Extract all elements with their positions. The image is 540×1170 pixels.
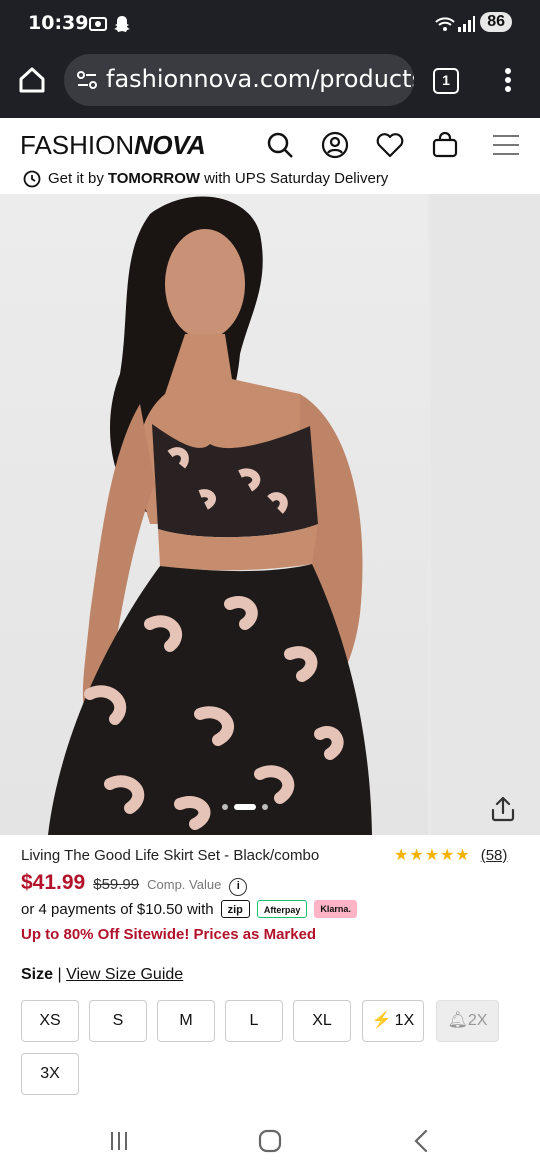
size-label: Size	[21, 966, 54, 983]
back-icon[interactable]	[407, 1126, 437, 1156]
pagination-dot[interactable]	[222, 804, 228, 810]
size-option-3x[interactable]: 3X	[21, 1053, 79, 1095]
product-rating[interactable]: ★★★★★ (58)	[394, 845, 507, 865]
product-title: Living The Good Life Skirt Set - Black/c…	[21, 847, 320, 864]
search-icon[interactable]	[265, 130, 295, 160]
share-icon[interactable]	[488, 794, 518, 824]
system-navigation-bar	[0, 1112, 540, 1170]
size-header: Size | View Size Guide	[21, 966, 183, 984]
recent-apps-icon[interactable]	[104, 1126, 134, 1156]
address-bar[interactable]: fashionnova.com/products/l	[64, 54, 414, 106]
browser-toolbar: fashionnova.com/products/l 1	[0, 48, 540, 118]
size-guide-link[interactable]: View Size Guide	[66, 966, 183, 983]
comp-value-label: Comp. Value	[147, 877, 222, 892]
snapchat-icon	[114, 16, 130, 32]
size-option-l[interactable]: L	[225, 1000, 283, 1042]
sale-price: $41.99	[21, 871, 86, 894]
battery-indicator: 86	[480, 12, 512, 32]
size-separator: |	[57, 966, 62, 983]
pagination-dot[interactable]	[262, 804, 268, 810]
klarna-badge[interactable]: Klarna.	[314, 900, 357, 918]
model-illustration	[48, 196, 372, 835]
pagination-dot-active[interactable]	[234, 804, 256, 810]
site-settings-icon[interactable]	[76, 70, 98, 90]
lightning-icon: ⚡	[371, 1012, 392, 1029]
status-bar: 10:39 86	[0, 0, 540, 48]
home-icon[interactable]	[16, 64, 48, 96]
wishlist-heart-icon[interactable]	[375, 130, 405, 160]
more-options-icon[interactable]	[496, 64, 520, 96]
rating-stars: ★★★★★	[394, 847, 471, 864]
wifi-icon	[435, 17, 455, 31]
size-option-xl[interactable]: XL	[293, 1000, 351, 1042]
promo-text: Up to 80% Off Sitewide! Prices as Marked	[21, 926, 317, 943]
signal-icon	[458, 16, 475, 32]
clock-icon	[23, 170, 41, 188]
size-option-2x[interactable]: 🔔︎2X	[436, 1000, 499, 1042]
tab-switcher-button[interactable]: 1	[433, 68, 459, 94]
product-main-image[interactable]	[0, 194, 428, 835]
installment-payments: or 4 payments of $10.50 with zip Afterpa…	[21, 900, 357, 918]
site-header: FASHIONNOVA Get it by TOMORROW with UPS …	[0, 118, 540, 194]
product-next-image[interactable]	[431, 194, 540, 835]
original-price: $59.99	[93, 876, 140, 893]
size-option-s[interactable]: S	[89, 1000, 147, 1042]
review-count-link[interactable]: (58)	[481, 847, 508, 864]
delivery-banner: Get it by TOMORROW with UPS Saturday Del…	[22, 168, 388, 188]
url-text: fashionnova.com/products/l	[106, 65, 414, 93]
fashionnova-logo[interactable]: FASHIONNOVA	[20, 130, 206, 161]
zip-badge[interactable]: zip	[220, 900, 250, 918]
product-image-gallery[interactable]	[0, 194, 540, 835]
account-icon[interactable]	[320, 130, 350, 160]
afterpay-badge[interactable]: Afterpay	[256, 900, 308, 918]
gallery-pagination	[222, 804, 268, 810]
hamburger-menu-icon[interactable]	[491, 130, 521, 160]
size-option-m[interactable]: M	[157, 1000, 215, 1042]
screenshot-icon	[89, 17, 107, 31]
installment-text: or 4 payments of $10.50 with	[21, 900, 214, 918]
info-icon[interactable]: i	[229, 878, 248, 896]
size-option-1x[interactable]: ⚡ 1X	[362, 1000, 424, 1042]
price-row: $41.99 $59.99 Comp. Value i	[21, 871, 248, 896]
status-time: 10:39	[28, 12, 89, 34]
home-nav-icon[interactable]	[255, 1126, 285, 1156]
notify-bell-icon: 🔔︎	[447, 1012, 468, 1029]
shopping-bag-icon[interactable]	[430, 130, 460, 160]
size-option-xs[interactable]: XS	[21, 1000, 79, 1042]
